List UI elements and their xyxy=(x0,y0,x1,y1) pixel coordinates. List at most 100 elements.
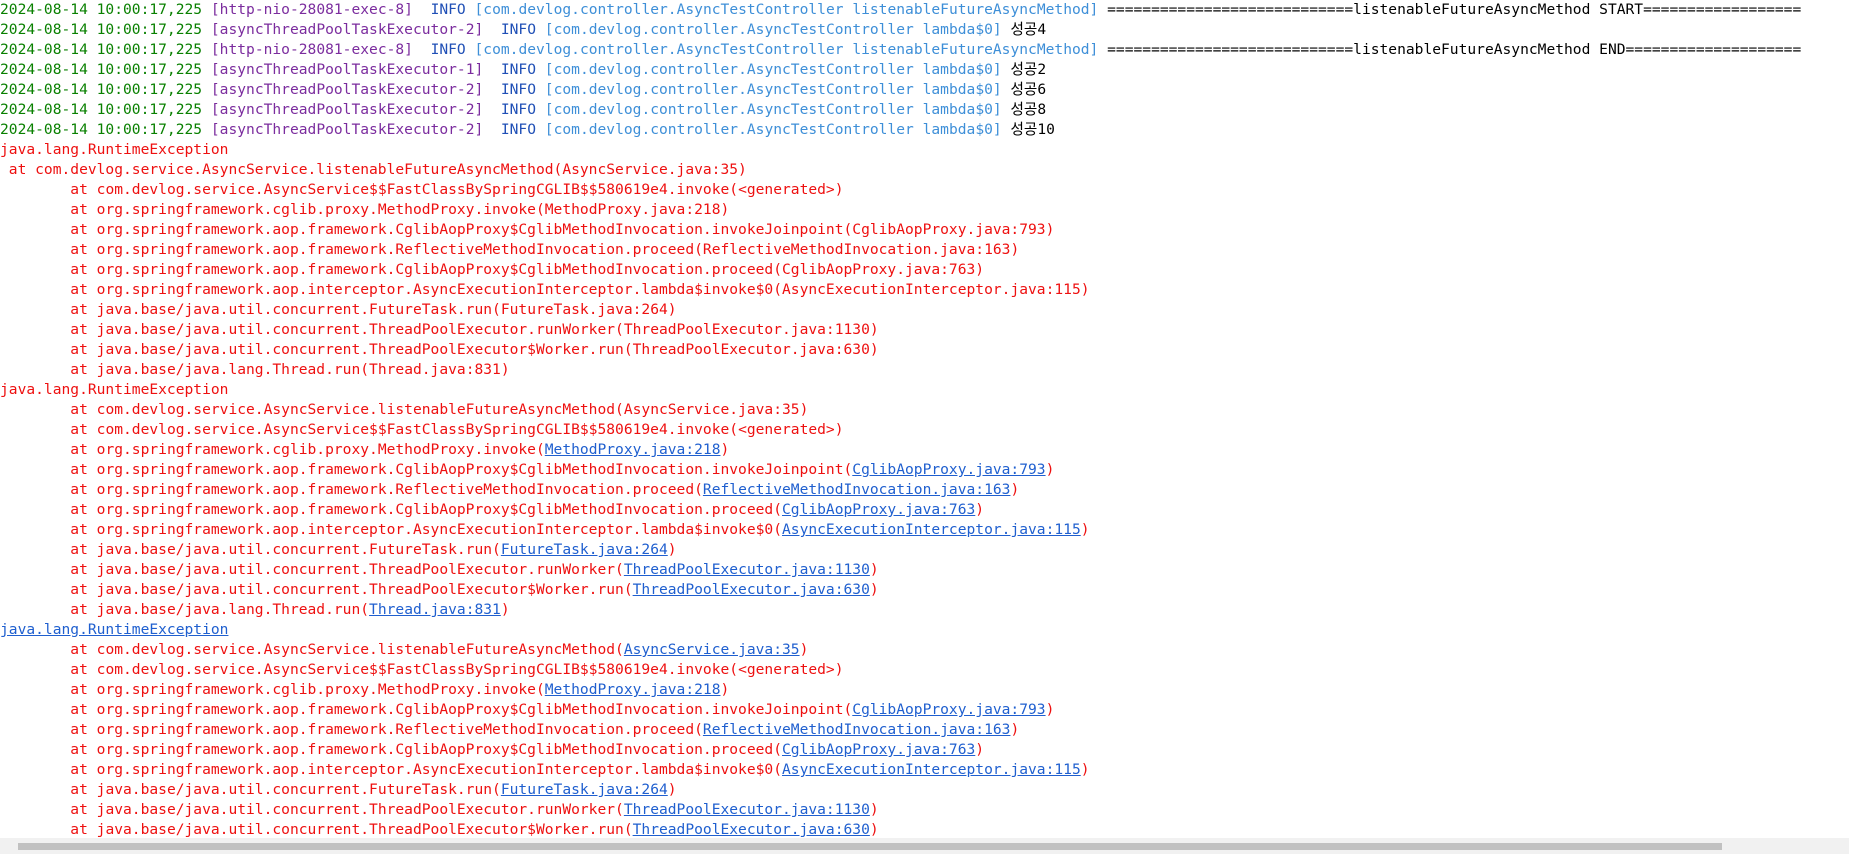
stack-frame: at org.springframework.aop.framework.Cgl… xyxy=(0,740,1849,760)
frame-prefix: at xyxy=(0,181,97,198)
log-level: INFO xyxy=(500,61,536,78)
paren: ( xyxy=(535,441,545,458)
frame-method: org.springframework.aop.framework.CglibA… xyxy=(96,461,844,478)
paren: ( xyxy=(615,641,624,658)
paren: ( xyxy=(773,501,782,518)
frame-prefix: at xyxy=(0,741,97,758)
paren: ( xyxy=(360,361,370,378)
frame-prefix: at xyxy=(0,341,97,358)
log-timestamp: 2024-08-14 10:00:17,225 xyxy=(0,101,203,118)
paren: ) xyxy=(500,361,510,378)
log-level: INFO xyxy=(500,21,536,38)
log-timestamp: 2024-08-14 10:00:17,225 xyxy=(0,121,203,138)
stack-frame: at org.springframework.cglib.proxy.Metho… xyxy=(0,680,1849,700)
paren: ) xyxy=(1080,281,1090,298)
stack-frame: at java.base/java.util.concurrent.Future… xyxy=(0,540,1849,560)
log-timestamp: 2024-08-14 10:00:17,225 xyxy=(0,61,203,78)
source-link[interactable]: ThreadPoolExecutor.java:1130 xyxy=(624,801,870,818)
frame-prefix: at xyxy=(0,361,97,378)
paren: ( xyxy=(615,401,624,418)
source-link[interactable]: ReflectiveMethodInvocation.java:163 xyxy=(703,481,1011,498)
stack-frame: at com.devlog.service.AsyncService.liste… xyxy=(0,160,1849,180)
source-link[interactable]: CglibAopProxy.java:763 xyxy=(782,741,975,758)
frame-prefix: at xyxy=(0,561,97,578)
source-link[interactable]: ThreadPoolExecutor.java:630 xyxy=(633,821,870,838)
frame-first: at com.devlog.service.AsyncService.liste… xyxy=(0,161,747,178)
paren: ) xyxy=(1045,461,1055,478)
paren: ) xyxy=(1010,721,1020,738)
frame-method: org.springframework.cglib.proxy.MethodPr… xyxy=(96,681,536,698)
paren: ( xyxy=(615,561,624,578)
paren: ) xyxy=(869,581,879,598)
paren: ) xyxy=(667,301,677,318)
frame-location: ThreadPoolExecutor.java:630 xyxy=(632,341,870,358)
paren: ) xyxy=(869,321,879,338)
frame-method: org.springframework.aop.framework.Reflec… xyxy=(96,241,695,258)
log-timestamp: 2024-08-14 10:00:17,225 xyxy=(0,1,203,18)
source-link[interactable]: MethodProxy.java:218 xyxy=(545,681,721,698)
frame-prefix: at xyxy=(0,261,97,278)
stack-frame: at org.springframework.cglib.proxy.Metho… xyxy=(0,440,1849,460)
source-link[interactable]: MethodProxy.java:218 xyxy=(545,441,721,458)
frame-prefix: at xyxy=(0,601,97,618)
frame-method: org.springframework.aop.interceptor.Asyn… xyxy=(96,521,774,538)
stack-frame: at java.base/java.lang.Thread.run(Thread… xyxy=(0,600,1849,620)
exception-line: java.lang.RuntimeException xyxy=(0,380,1849,400)
frame-prefix: at xyxy=(0,801,97,818)
exception-name[interactable]: java.lang.RuntimeException xyxy=(0,621,228,638)
log-logger: [com.devlog.controller.AsyncTestControll… xyxy=(474,41,1099,58)
frame-method: org.springframework.aop.framework.CglibA… xyxy=(96,261,774,278)
source-link[interactable]: CglibAopProxy.java:763 xyxy=(782,501,975,518)
frame-method: java.base/java.util.concurrent.FutureTas… xyxy=(96,541,493,558)
source-link[interactable]: ReflectiveMethodInvocation.java:163 xyxy=(703,721,1011,738)
source-link[interactable]: AsyncExecutionInterceptor.java:115 xyxy=(782,761,1081,778)
stack-frame: at java.base/java.util.concurrent.Thread… xyxy=(0,580,1849,600)
frame-prefix: at xyxy=(0,501,97,518)
paren: ) xyxy=(834,421,844,438)
frame-method: com.devlog.service.AsyncService$$FastCla… xyxy=(96,421,730,438)
frame-location: AsyncService.java:35 xyxy=(623,401,800,418)
frame-method: com.devlog.service.AsyncService$$FastCla… xyxy=(96,661,730,678)
source-link[interactable]: CglibAopProxy.java:793 xyxy=(852,461,1045,478)
source-link[interactable]: Thread.java:831 xyxy=(369,601,501,618)
frame-location: <generated> xyxy=(738,661,835,678)
paren: ) xyxy=(834,661,844,678)
source-link[interactable]: FutureTask.java:264 xyxy=(501,781,668,798)
frame-method: java.base/java.util.concurrent.FutureTas… xyxy=(96,301,493,318)
log-level: INFO xyxy=(430,41,466,58)
frame-method: com.devlog.service.AsyncService.listenab… xyxy=(96,401,616,418)
frame-location: FutureTask.java:264 xyxy=(500,301,668,318)
horizontal-scrollbar[interactable] xyxy=(0,838,1849,854)
stack-frame: at org.springframework.aop.framework.Ref… xyxy=(0,480,1849,500)
log-logger: [com.devlog.controller.AsyncTestControll… xyxy=(474,1,1099,18)
paren: ) xyxy=(720,441,730,458)
source-link[interactable]: CglibAopProxy.java:793 xyxy=(852,701,1045,718)
source-link[interactable]: ThreadPoolExecutor.java:1130 xyxy=(624,561,870,578)
source-link[interactable]: ThreadPoolExecutor.java:630 xyxy=(633,581,870,598)
source-link[interactable]: AsyncExecutionInterceptor.java:115 xyxy=(782,521,1081,538)
log-message: 성공4 xyxy=(1010,21,1047,38)
paren: ( xyxy=(729,181,739,198)
paren: ( xyxy=(694,481,703,498)
frame-method: java.base/java.util.concurrent.ThreadPoo… xyxy=(96,321,616,338)
log-message: ============================listenableFu… xyxy=(1107,1,1802,18)
stack-frame: at org.springframework.aop.framework.Cgl… xyxy=(0,500,1849,520)
stack-frame: at org.springframework.aop.framework.Cgl… xyxy=(0,220,1849,240)
scrollbar-thumb[interactable] xyxy=(18,843,1722,850)
source-link[interactable]: FutureTask.java:264 xyxy=(501,541,668,558)
source-link[interactable]: AsyncService.java:35 xyxy=(624,641,800,658)
stack-frame: at java.base/java.util.concurrent.Thread… xyxy=(0,560,1849,580)
frame-prefix: at xyxy=(0,321,97,338)
frame-method: java.base/java.util.concurrent.ThreadPoo… xyxy=(96,801,616,818)
log-timestamp: 2024-08-14 10:00:17,225 xyxy=(0,41,203,58)
log-timestamp: 2024-08-14 10:00:17,225 xyxy=(0,21,203,38)
